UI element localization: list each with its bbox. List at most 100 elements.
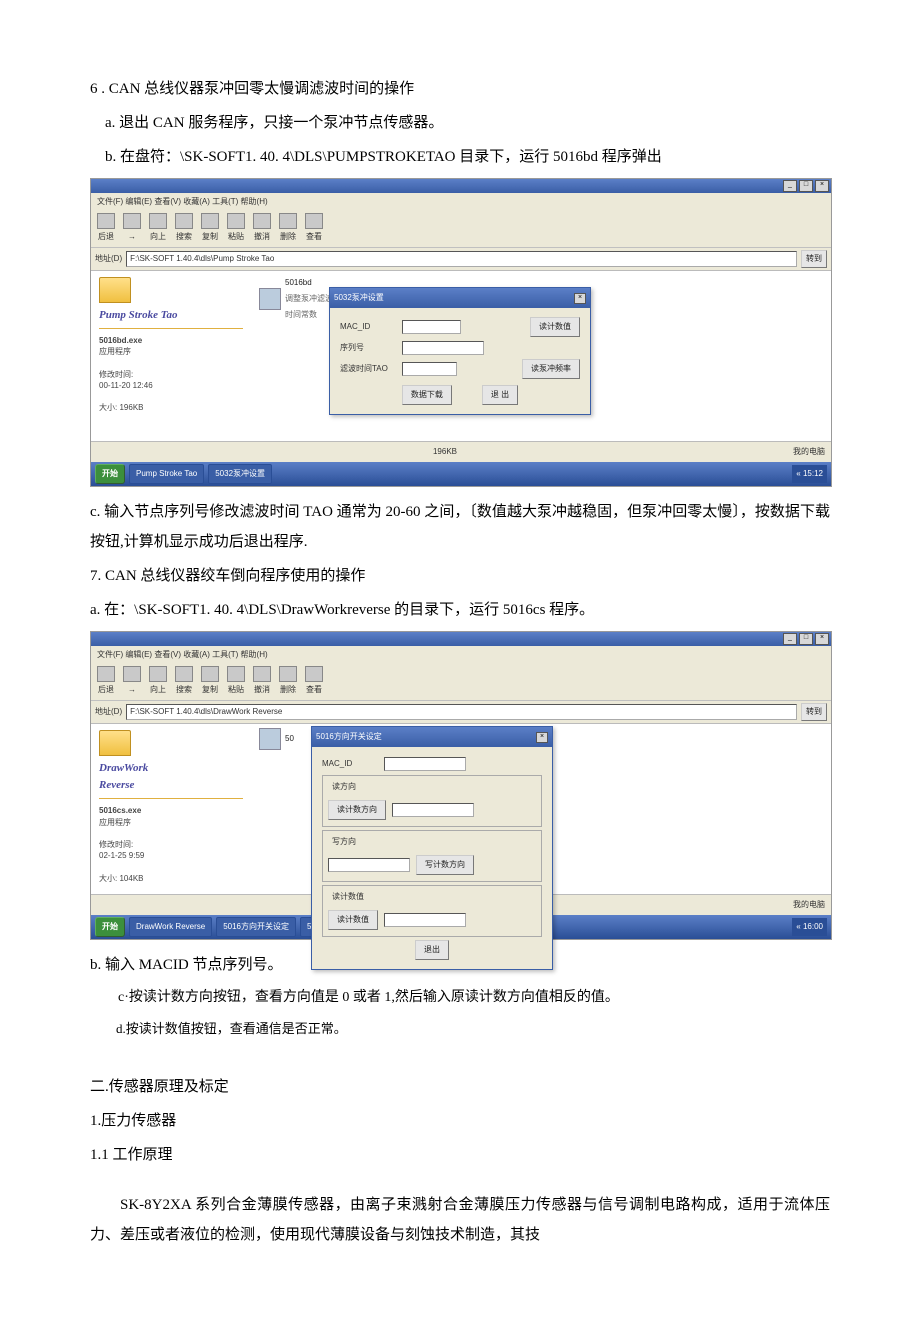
address-bar: 地址(D) F:\SK-SOFT 1.40.4\dls\DrawWork Rev… (91, 701, 831, 724)
tb-view[interactable]: 查看 (305, 213, 323, 245)
read-pump-button[interactable]: 读泵冲频率 (522, 359, 580, 379)
exit-button[interactable]: 退出 (415, 940, 449, 960)
read-dir-button[interactable]: 读计数方向 (328, 800, 386, 820)
tb-delete[interactable]: 删除 (279, 213, 297, 245)
tb-undo[interactable]: 撤消 (253, 213, 271, 245)
sec6-item-c: c. 输入节点序列号修改滤波时间 TAO 通常为 20-60 之间，〔数值越大泵… (90, 497, 830, 557)
exe-name[interactable]: 50 (285, 731, 294, 747)
sec7-item-c: c·按读计数方向按钮，查看方向值是 0 或者 1,然后输入原读计数方向值相反的值… (90, 984, 830, 1012)
minimize-icon[interactable]: _ (783, 633, 797, 645)
explorer-toolbar: 后退 → 向上 搜索 复制 粘贴 撤消 删除 查看 (91, 664, 831, 701)
exit-button[interactable]: 退 出 (482, 385, 518, 405)
macid-label: MAC_ID (322, 756, 378, 772)
go-button[interactable]: 转到 (801, 703, 827, 721)
tb-copy[interactable]: 复制 (201, 666, 219, 698)
address-input[interactable]: F:\SK-SOFT 1.40.4\dls\DrawWork Reverse (126, 704, 797, 720)
read-count-button[interactable]: 读计数值 (328, 910, 378, 930)
close-icon[interactable]: × (815, 633, 829, 645)
tb-search[interactable]: 搜索 (175, 666, 193, 698)
taskbar-item-dialog[interactable]: 5032泵冲设置 (208, 464, 272, 484)
read-count-button[interactable]: 读计数值 (530, 317, 580, 337)
tb-undo[interactable]: 撤消 (253, 666, 271, 698)
taskbar-item-explorer[interactable]: DrawWork Reverse (129, 917, 212, 937)
maximize-icon[interactable]: □ (799, 180, 813, 192)
tb-fwd[interactable]: → (123, 666, 141, 698)
read-dir-output[interactable] (392, 803, 474, 817)
serial-label: 序列号 (340, 340, 396, 356)
size-value: 104KB (119, 874, 143, 883)
folder-icon (99, 730, 131, 756)
folder-title-2: Reverse (99, 779, 243, 792)
screenshot-pump-stroke: _ □ × 文件(F) 编辑(E) 查看(V) 收藏(A) 工具(T) 帮助(H… (90, 178, 832, 487)
window-titlebar: _ □ × (91, 632, 831, 646)
dialog-close-icon[interactable]: × (574, 293, 586, 304)
dialog-close-icon[interactable]: × (536, 732, 548, 743)
macid-label: MAC_ID (340, 319, 396, 335)
status-bar: 196KB 我的电脑 (91, 441, 831, 462)
tb-paste[interactable]: 粘贴 (227, 213, 245, 245)
go-button[interactable]: 转到 (801, 250, 827, 268)
start-button[interactable]: 开始 (95, 464, 125, 484)
system-tray[interactable]: « 16:00 (792, 918, 827, 936)
tao-label: 滤波时间TAO (340, 361, 396, 377)
tb-paste[interactable]: 粘贴 (227, 666, 245, 698)
close-icon[interactable]: × (815, 180, 829, 192)
window-titlebar: _ □ × (91, 179, 831, 193)
sel-file-kind: 应用程序 (99, 818, 131, 827)
read-count-output[interactable] (384, 913, 466, 927)
serial-input[interactable] (402, 341, 484, 355)
minimize-icon[interactable]: _ (783, 180, 797, 192)
exe-name[interactable]: 5016bd (285, 275, 333, 291)
sec7-title: 7. CAN 总线仪器绞车倒向程序使用的操作 (90, 561, 830, 591)
address-bar: 地址(D) F:\SK-SOFT 1.40.4\dls\Pump Stroke … (91, 248, 831, 271)
tao-input[interactable] (402, 362, 457, 376)
macid-input[interactable] (402, 320, 461, 334)
tb-back[interactable]: 后退 (97, 666, 115, 698)
write-dir-input[interactable] (328, 858, 410, 872)
mod-value: 02-1-25 9:59 (99, 851, 144, 860)
download-button[interactable]: 数据下载 (402, 385, 452, 405)
tb-back[interactable]: 后退 (97, 213, 115, 245)
mod-label: 修改时间: (99, 840, 133, 849)
taskbar: 开始 Pump Stroke Tao 5032泵冲设置 « 15:12 (91, 462, 831, 486)
folder-info-panel: DrawWork Reverse 5016cs.exe 应用程序 修改时间: 0… (91, 724, 251, 894)
sel-file-kind: 应用程序 (99, 347, 131, 356)
read-dir-label: 读方向 (330, 779, 358, 795)
sec2-title: 二.传感器原理及标定 (90, 1072, 830, 1102)
system-tray[interactable]: « 15:12 (792, 465, 827, 483)
sec2-1-1: 1.1 工作原理 (90, 1140, 830, 1170)
exe-icon[interactable] (259, 288, 281, 310)
tb-fwd[interactable]: → (123, 213, 141, 245)
read-count-label: 读计数值 (330, 889, 366, 905)
start-button[interactable]: 开始 (95, 917, 125, 937)
tb-view[interactable]: 查看 (305, 666, 323, 698)
mod-value: 00-11-20 12:46 (99, 381, 153, 390)
menubar[interactable]: 文件(F) 编辑(E) 查看(V) 收藏(A) 工具(T) 帮助(H) (91, 193, 831, 211)
write-dir-button[interactable]: 写计数方向 (416, 855, 474, 875)
taskbar-item-dialog[interactable]: 5016方向开关设定 (216, 917, 296, 937)
dialog-title: 5016方向开关设定 (316, 729, 382, 745)
screenshot-drawwork-reverse: _ □ × 文件(F) 编辑(E) 查看(V) 收藏(A) 工具(T) 帮助(H… (90, 631, 832, 940)
sec6-title: 6 . CAN 总线仪器泵冲回零太慢调滤波时间的操作 (90, 74, 830, 104)
taskbar-item-explorer[interactable]: Pump Stroke Tao (129, 464, 204, 484)
status-computer: 我的电脑 (793, 444, 825, 460)
exe-desc: 调整泵冲滤波 时间常数 (285, 291, 333, 323)
address-input[interactable]: F:\SK-SOFT 1.40.4\dls\Pump Stroke Tao (126, 251, 797, 267)
tb-copy[interactable]: 复制 (201, 213, 219, 245)
direction-switch-dialog: 5016方向开关设定 × MAC_ID 读方向 读计数方向 (311, 726, 553, 970)
status-size: 196KB (433, 444, 457, 460)
sec7-item-d: d.按读计数值按钮，查看通信是否正常。 (90, 1016, 830, 1042)
maximize-icon[interactable]: □ (799, 633, 813, 645)
mod-label: 修改时间: (99, 370, 133, 379)
pump-config-dialog: 5032泵冲设置 × MAC_ID 读计数值 序列号 滤波时 (329, 287, 591, 415)
tb-up[interactable]: 向上 (149, 213, 167, 245)
tb-delete[interactable]: 删除 (279, 666, 297, 698)
tb-search[interactable]: 搜索 (175, 213, 193, 245)
folder-title: Pump Stroke Tao (99, 309, 243, 322)
exe-icon[interactable] (259, 728, 281, 750)
dialog-title: 5032泵冲设置 (334, 290, 384, 306)
menubar[interactable]: 文件(F) 编辑(E) 查看(V) 收藏(A) 工具(T) 帮助(H) (91, 646, 831, 664)
sel-file-name: 5016bd.exe (99, 336, 142, 345)
tb-up[interactable]: 向上 (149, 666, 167, 698)
macid-input[interactable] (384, 757, 466, 771)
